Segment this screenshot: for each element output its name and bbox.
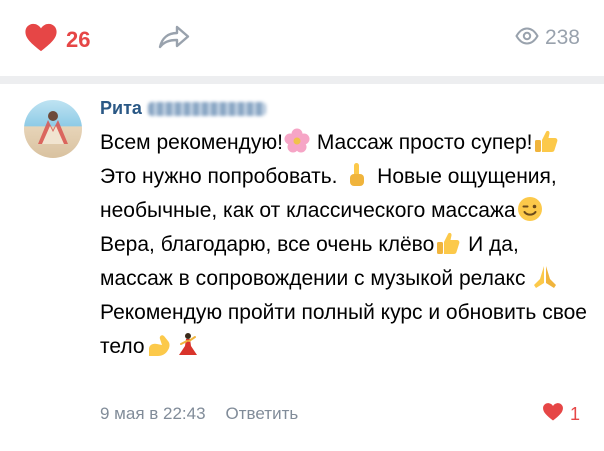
view-counter: 238 — [515, 26, 580, 50]
comment: Рита Всем рекомендую! Массаж просто супе… — [0, 84, 604, 451]
flexed-biceps-emoji — [145, 331, 173, 359]
author-first-name: Рита — [100, 98, 142, 118]
comment-author[interactable]: Рита — [100, 98, 266, 119]
comment-date: 9 мая в 22:43 — [100, 404, 206, 423]
author-last-name-blurred — [147, 102, 266, 117]
reply-button[interactable]: Ответить — [226, 404, 299, 424]
blossom-emoji — [283, 127, 311, 155]
share-arrow-icon — [156, 25, 192, 56]
like-button[interactable]: 26 — [24, 22, 90, 57]
share-button[interactable] — [156, 22, 192, 57]
thumbs-up-emoji — [532, 127, 560, 155]
view-count: 238 — [544, 26, 580, 49]
like-count: 26 — [66, 26, 91, 52]
comment-like-button[interactable]: 1 — [542, 402, 580, 426]
section-divider — [0, 76, 604, 84]
winking-face-emoji — [516, 195, 544, 223]
comment-like-count: 1 — [569, 403, 580, 424]
avatar[interactable] — [24, 100, 82, 158]
comment-meta: 9 мая в 22:43 Ответить — [100, 404, 298, 424]
thumbs-up-emoji — [434, 229, 462, 257]
flamenco-dancer-emoji — [173, 331, 201, 359]
eye-icon — [515, 26, 539, 50]
post-action-bar: 26 238 — [0, 0, 604, 76]
heart-icon — [542, 402, 564, 426]
comment-text: Всем рекомендую! Массаж просто супер! Эт… — [100, 126, 590, 364]
heart-icon — [24, 22, 58, 57]
praying-hands-emoji — [531, 263, 559, 291]
pointing-up-emoji — [343, 161, 371, 189]
